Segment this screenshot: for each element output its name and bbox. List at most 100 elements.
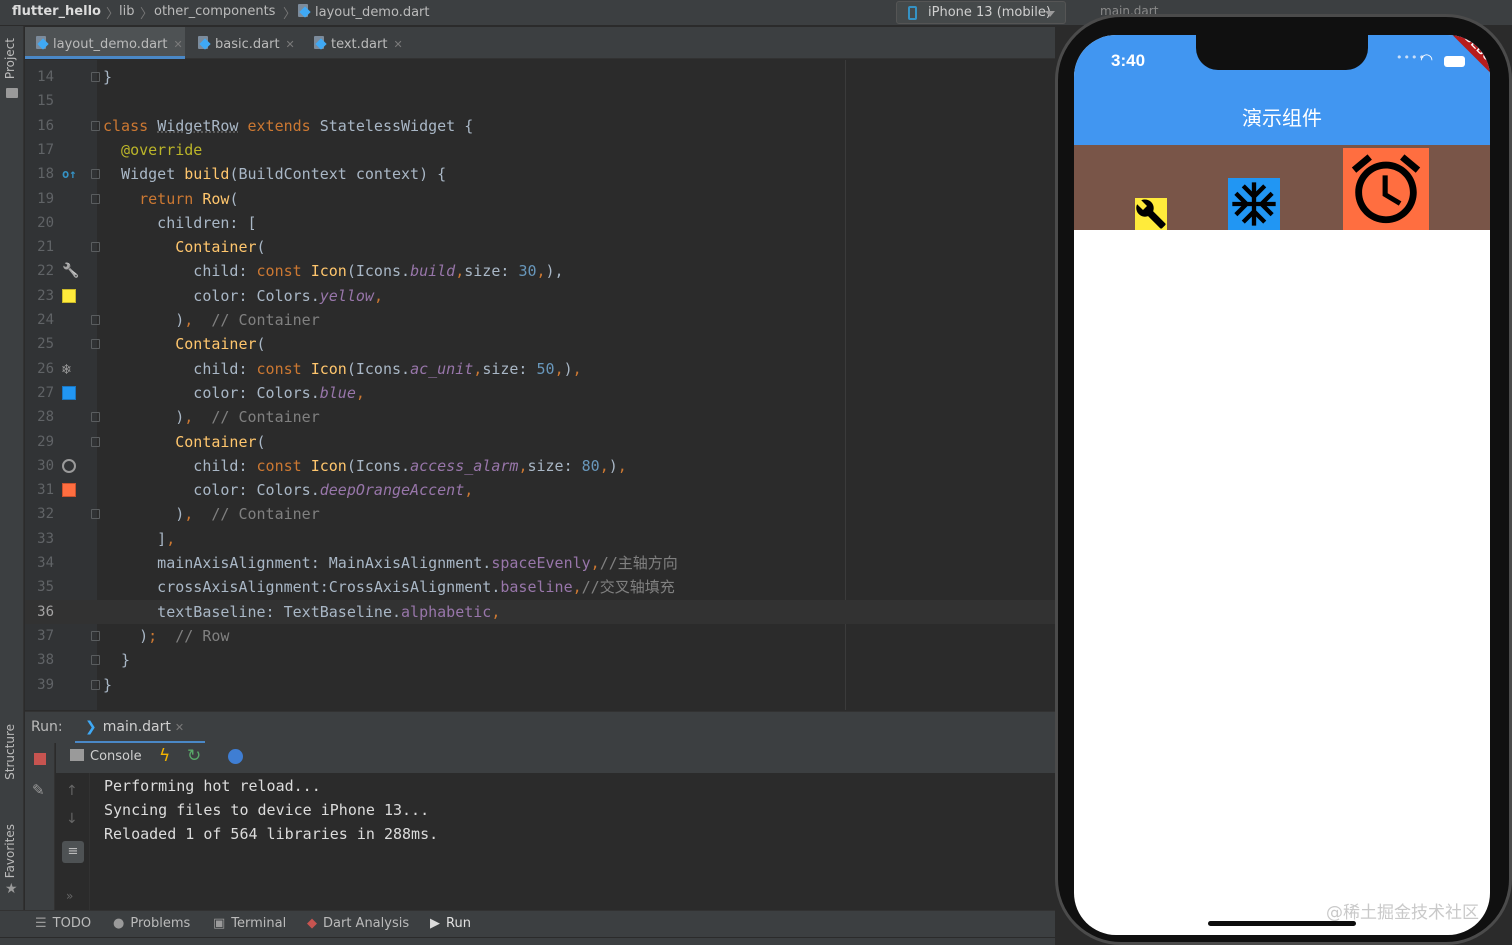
code-line[interactable]: 28 ), // Container bbox=[25, 405, 1055, 429]
run-tab-main[interactable]: ❯ main.dart ✕ bbox=[75, 712, 205, 744]
fold-icon[interactable] bbox=[91, 339, 100, 350]
code-line[interactable]: 34 mainAxisAlignment: MainAxisAlignment.… bbox=[25, 551, 1055, 575]
close-icon[interactable]: ✕ bbox=[174, 38, 183, 51]
simulator-screen[interactable]: 3:40 •••• ◠ 演示组件 DEBUG bbox=[1074, 35, 1490, 935]
code-line[interactable]: 36 textBaseline: TextBaseline.alphabetic… bbox=[25, 599, 1055, 624]
build-icon[interactable]: 🔧 bbox=[62, 264, 79, 278]
breadcrumb-file[interactable]: layout_demo.dart bbox=[297, 4, 430, 20]
phone-icon bbox=[908, 6, 917, 20]
line-number: 23 bbox=[37, 287, 54, 304]
hot-restart-icon[interactable]: ↻ bbox=[187, 746, 201, 766]
code-line[interactable]: 19 return Row( bbox=[25, 187, 1055, 211]
code-line[interactable]: 23 color: Colors.yellow, bbox=[25, 284, 1055, 308]
problems-tool-button[interactable]: ● Problems bbox=[113, 916, 190, 931]
code-line[interactable]: 18 o↑ Widget build(BuildContext context) … bbox=[25, 162, 1055, 186]
code-text: Container( bbox=[103, 332, 265, 356]
code-line[interactable]: 26 ❄ child: const Icon(Icons.ac_unit,size… bbox=[25, 357, 1055, 381]
chevron-down-icon bbox=[1045, 11, 1055, 17]
code-line[interactable]: 39} bbox=[25, 673, 1055, 697]
soft-wrap-icon[interactable]: ≡ bbox=[62, 841, 84, 863]
code-text: } bbox=[103, 648, 130, 672]
dart-analysis-tool-button[interactable]: ◆ Dart Analysis bbox=[307, 916, 409, 931]
ac-unit-icon[interactable]: ❄ bbox=[62, 361, 76, 376]
fold-icon[interactable] bbox=[91, 315, 100, 325]
wifi-icon: ◠ bbox=[1420, 50, 1434, 68]
fold-icon[interactable] bbox=[91, 412, 100, 423]
code-token: //交叉轴填充 bbox=[581, 578, 675, 597]
code-token: Widget bbox=[103, 165, 185, 184]
tab-layout-demo[interactable]: layout_demo.dart ✕ bbox=[25, 27, 185, 59]
close-icon[interactable]: ✕ bbox=[286, 38, 295, 51]
code-line[interactable]: 25 Container( bbox=[25, 332, 1055, 356]
line-number: 34 bbox=[37, 555, 54, 571]
fold-icon[interactable] bbox=[91, 242, 100, 253]
tab-text[interactable]: text.dart ✕ bbox=[303, 27, 411, 59]
code-line[interactable]: 35 crossAxisAlignment:CrossAxisAlignment… bbox=[25, 575, 1055, 599]
code-token: size: bbox=[482, 359, 537, 378]
code-line[interactable]: 37 ); // Row bbox=[25, 624, 1055, 648]
hot-reload-icon[interactable]: ϟ bbox=[159, 746, 170, 766]
tab-basic[interactable]: basic.dart ✕ bbox=[187, 27, 303, 59]
color-swatch-yellow[interactable] bbox=[62, 288, 76, 303]
code-line[interactable]: 16 class WidgetRow extends StatelessWidge… bbox=[25, 114, 1055, 138]
fold-icon[interactable] bbox=[91, 169, 100, 180]
run-tool-button[interactable]: ▶ Run bbox=[430, 916, 471, 931]
code-line[interactable]: 22 🔧 child: const Icon(Icons.build,size: … bbox=[25, 259, 1055, 283]
code-line[interactable]: 15 bbox=[25, 89, 1055, 113]
code-line[interactable]: 32 ), // Container bbox=[25, 502, 1055, 526]
terminal-icon: ▣ bbox=[213, 916, 226, 931]
code-token: color: Colors. bbox=[103, 286, 320, 305]
code-text: ), // Container bbox=[103, 502, 320, 526]
close-icon[interactable]: ✕ bbox=[175, 721, 184, 734]
code-text: children: [ bbox=[103, 211, 256, 235]
run-tab-label: main.dart bbox=[102, 719, 171, 735]
close-icon[interactable]: ✕ bbox=[393, 38, 402, 51]
code-line[interactable]: 17 @override bbox=[25, 138, 1055, 162]
favorites-tool-button[interactable]: Favorites bbox=[3, 824, 17, 878]
fold-icon[interactable] bbox=[91, 72, 100, 82]
arrow-up-icon[interactable]: ↑ bbox=[66, 783, 78, 799]
code-token: ( bbox=[229, 189, 239, 208]
console-tab[interactable]: Console bbox=[70, 749, 142, 764]
pin-icon[interactable]: ✎ bbox=[32, 781, 45, 799]
code-line[interactable]: 30 child: const Icon(Icons.access_alarm,… bbox=[25, 454, 1055, 478]
console-output[interactable]: Performing hot reload... Syncing files t… bbox=[91, 773, 1055, 910]
fold-icon[interactable] bbox=[91, 509, 100, 520]
stop-button[interactable] bbox=[34, 753, 46, 765]
terminal-tool-button[interactable]: ▣ Terminal bbox=[213, 916, 286, 931]
arrow-down-icon[interactable]: ↓ bbox=[66, 811, 78, 827]
override-icon[interactable]: o↑ bbox=[62, 167, 76, 181]
breadcrumb-other-components[interactable]: other_components bbox=[154, 4, 275, 19]
code-line[interactable]: 21 Container( bbox=[25, 235, 1055, 259]
fold-icon[interactable] bbox=[91, 120, 100, 131]
todo-tool-button[interactable]: ☰ TODO bbox=[35, 916, 91, 931]
code-line[interactable]: 29 Container( bbox=[25, 430, 1055, 454]
more-icon[interactable]: » bbox=[66, 889, 73, 903]
run-panel-label: Run: bbox=[31, 719, 63, 735]
line-number: 20 bbox=[37, 214, 54, 231]
fold-icon[interactable] bbox=[91, 679, 100, 690]
code-line[interactable]: 14} bbox=[25, 65, 1055, 89]
devtools-icon[interactable] bbox=[228, 749, 243, 764]
structure-tool-button[interactable]: Structure bbox=[3, 724, 17, 780]
run-panel-header: Run: ❯ main.dart ✕ bbox=[25, 711, 1055, 744]
code-line[interactable]: 27 color: Colors.blue, bbox=[25, 381, 1055, 405]
code-line[interactable]: 31 color: Colors.deepOrangeAccent, bbox=[25, 478, 1055, 502]
fold-icon[interactable] bbox=[91, 655, 100, 666]
code-editor[interactable]: 14} 15 16 class WidgetRow extends Stateless… bbox=[25, 60, 1055, 710]
alarm-icon[interactable] bbox=[62, 458, 76, 473]
fold-icon[interactable] bbox=[91, 436, 100, 447]
code-line[interactable]: 24 ), // Container bbox=[25, 308, 1055, 332]
fold-icon[interactable] bbox=[91, 630, 100, 641]
device-selector[interactable]: iPhone 13 (mobile) bbox=[896, 1, 1066, 24]
fold-icon[interactable] bbox=[91, 193, 100, 204]
code-token: const bbox=[256, 262, 311, 281]
breadcrumb-project[interactable]: flutter_hello bbox=[12, 4, 101, 19]
color-swatch-blue[interactable] bbox=[62, 385, 76, 400]
code-line[interactable]: 38 } bbox=[25, 648, 1055, 672]
code-line[interactable]: 33 ], bbox=[25, 527, 1055, 551]
code-line[interactable]: 20 children: [ bbox=[25, 211, 1055, 235]
breadcrumb-lib[interactable]: lib bbox=[119, 4, 134, 19]
color-swatch-deep-orange-accent[interactable] bbox=[62, 483, 76, 498]
project-tool-button[interactable]: Project bbox=[3, 38, 17, 79]
